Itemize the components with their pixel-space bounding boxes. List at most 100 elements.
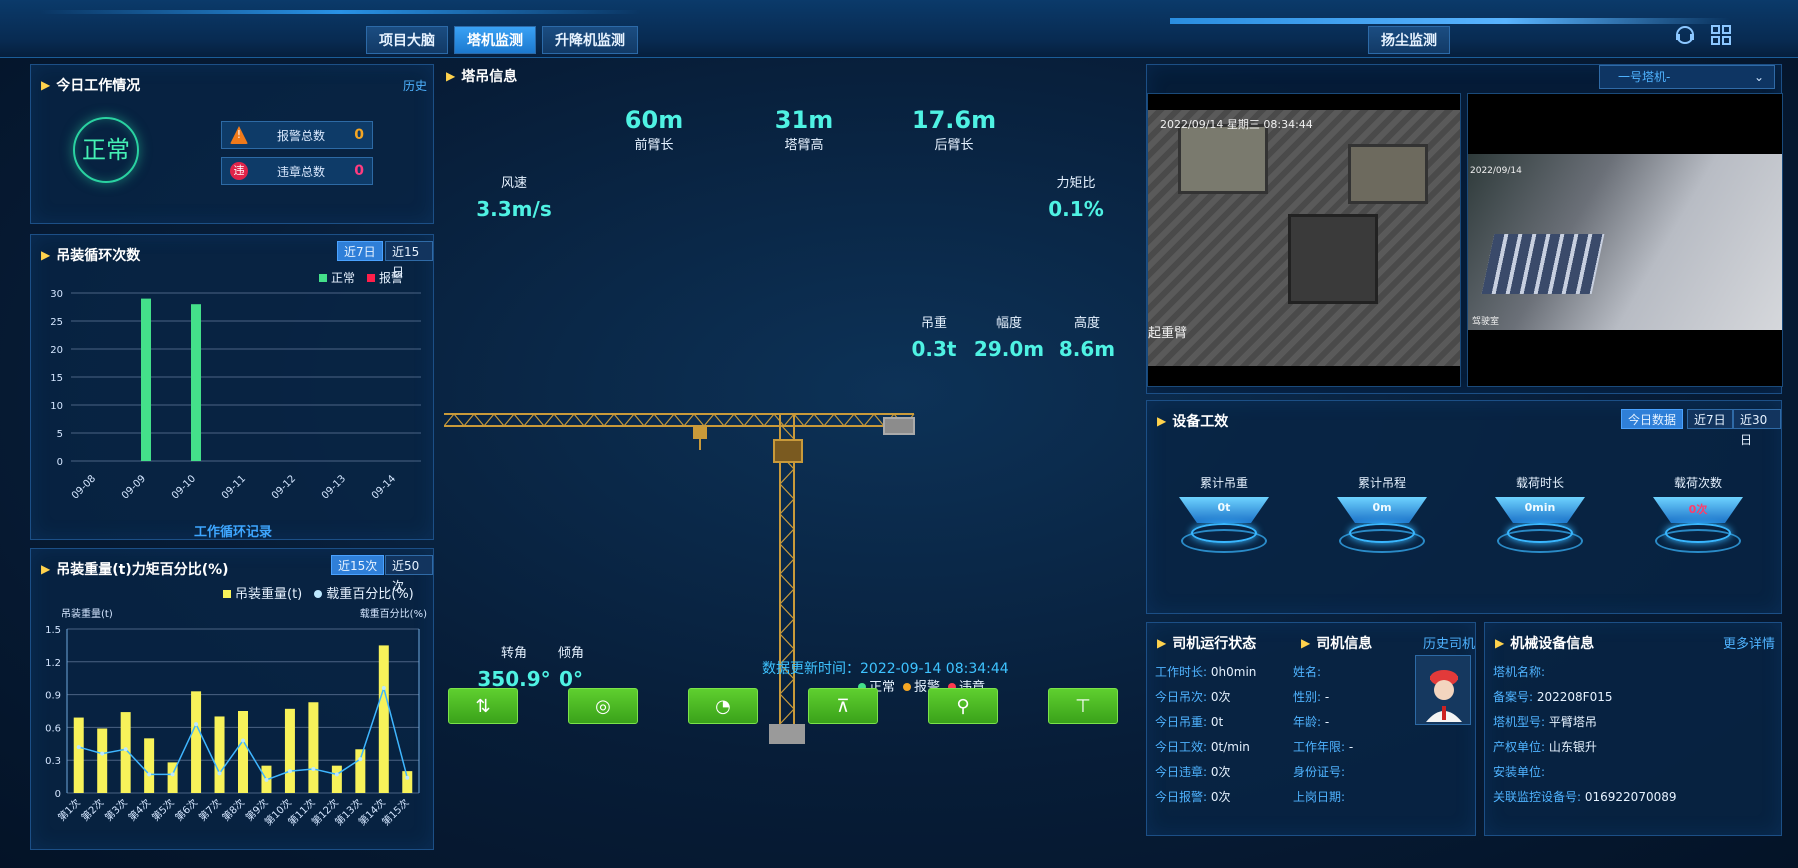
chevron-right-icon: ▶ [41,562,51,576]
history-link[interactable]: 历史 [403,77,433,94]
x-tick-label: 09-13 [320,473,348,501]
camera-timestamp: 2022/09/14 [1470,166,1522,176]
tab-tower-crane[interactable]: 塔机监测 [454,26,536,54]
chevron-right-icon: ▶ [446,69,456,83]
driver-today-lifts: 今日吊次: 0次 [1155,690,1231,704]
tab-project-brain[interactable]: 项目大脑 [366,26,448,54]
driver-id-number: 身份证号: [1293,765,1346,779]
violation-icon: 违 [230,162,248,180]
x-tick-label: 第2次 [78,796,106,824]
btn-15-days[interactable]: 近15日 [385,241,433,279]
crane-arm-icon[interactable]: ⊤ [1048,688,1118,724]
today-panel: ▶ 今日工作情况 历史 正常 ! 报警总数 0 违 违章总数 0 [30,64,434,224]
driver-age: 年龄: - [1293,715,1330,729]
y-tick-label: 5 [57,429,63,440]
camera-feed-cab[interactable]: 2022/09/14 驾驶室 [1467,93,1783,387]
btn-today[interactable]: 今日数据 [1621,409,1684,429]
btn-7-days[interactable]: 近7日 [337,241,383,261]
bar-weight [402,771,413,793]
percent-point [311,766,316,771]
top-bar: 项目大脑 塔机监测 升降机监测 扬尘监测 [0,0,1798,58]
bar-weight [97,728,108,793]
cycle-chart: 0 5 10 15 20 25 30 09-08 09-09 09-10 09-11 09-12 09-… [50,289,421,502]
y-tick-label: 1.2 [45,658,61,669]
cycle-legend: 正常 报警 [319,269,403,286]
load-scale-icon[interactable]: ⊼ [808,688,878,724]
camera-feed-jib[interactable]: 2022/09/14 星期三 08:34:44 起重臂 [1147,93,1461,387]
pit-shape [1178,124,1268,194]
warning-icon: ! [230,126,248,144]
driver-today-weight: 今日吊重: 0t [1155,715,1224,729]
btn-7-days[interactable]: 近7日 [1687,409,1733,429]
bar-weight [355,749,366,793]
crane-info-area: ▶ 塔吊信息 60m 前臂长 31m 塔臂高 17.6m 后臂长 风速 3.3m/… [444,64,1144,854]
header-deco-right [1170,18,1730,24]
panel-title: ▶ 吊装循环次数 [41,248,141,264]
bar-weight [308,702,319,793]
y-tick-label: 0 [55,789,61,800]
percent-point [147,772,152,777]
chevron-right-icon: ▶ [41,248,51,262]
anemometer-icon[interactable]: ⚲ [928,688,998,724]
driver-panel: ▶ 司机运行状态 ▶ 司机信息 历史司机 工作时长: 0h0min 今日吊次: 0次… [1146,622,1476,836]
percent-point [381,686,386,691]
more-details-link[interactable]: 更多详情 [1723,633,1775,652]
tower-height-metric: 31m 塔臂高 [774,106,834,153]
y-tick-label: 0 [57,457,63,468]
x-tick-label: 第5次 [149,796,177,824]
percent-point [217,771,222,776]
panel-title: ▶ 吊装重量(t)力矩百分比(%) [41,562,229,578]
camera-timestamp: 2022/09/14 星期三 08:34:44 [1160,118,1313,131]
x-tick-label: 09-10 [170,473,198,501]
crane-select[interactable]: 一号塔机- ⌄ [1599,65,1775,89]
podium-icon: 0m [1337,497,1427,555]
tab-elevator[interactable]: 升降机监测 [542,26,638,54]
pit-shape [1288,214,1378,304]
x-tick-label: 第4次 [125,796,153,824]
y-tick-label: 10 [50,401,63,412]
y-tick-label: 1.5 [45,625,61,636]
bar-weight [378,645,389,793]
weight-panel: ▶ 吊装重量(t)力矩百分比(%) 近15次 近50次 吊装重量(t) 载重百分比… [30,548,434,850]
chevron-down-icon: ⌄ [1753,70,1764,84]
y-tick-label: 0.3 [45,756,61,767]
percent-point [76,745,81,750]
percent-point [287,769,292,774]
rotation-icon[interactable]: ◔ [688,688,758,724]
btn-50-times[interactable]: 近50次 [385,555,433,593]
btn-15-times[interactable]: 近15次 [331,555,385,575]
percent-point [170,772,175,777]
bar-weight [238,711,248,793]
bar-weight [73,717,84,793]
legend-alarm: 报警 [367,269,403,286]
x-tick-label: 第15次 [379,796,411,828]
tilt-metric: 倾角 0° [557,646,584,691]
headset-icon[interactable] [1672,24,1698,48]
history-driver-link[interactable]: 历史司机 [1423,633,1475,652]
grid-icon[interactable] [1708,24,1734,48]
podium-icon: 0t [1179,497,1269,555]
eff-load-count: 载荷次数 0次 [1638,474,1758,555]
driver-today-efficiency: 今日工效: 0t/min [1155,740,1250,754]
btn-30-days[interactable]: 近30日 [1733,409,1781,447]
driver-work-hours: 工作时长: 0h0min [1155,665,1257,679]
legend-percent: 载重百分比(%) [314,583,414,602]
eff-load-duration: 载荷时长 0min [1480,474,1600,555]
hoist-height-icon[interactable]: ⇅ [448,688,518,724]
x-tick-label: 09-08 [70,473,98,501]
percent-point [405,775,410,780]
camera-label: 驾驶室 [1472,317,1500,327]
panel-title: ▶ 司机运行状态 [1157,636,1257,652]
percent-point [358,757,363,762]
update-time: 数据更新时间：2022-09-14 08:34:44 [762,661,1009,677]
dashboard: 项目大脑 塔机监测 升降机监测 扬尘监测 ▶ 今日工作情况 历史 正常 ! 报警总… [0,0,1798,868]
status-indicator: 正常 [73,117,139,183]
tab-dust[interactable]: 扬尘监测 [1368,26,1450,54]
percent-point [100,751,105,756]
y-tick-label: 15 [50,373,63,384]
wind-speed-metric: 风速 3.3m/s [476,176,552,221]
x-tick-label: 第6次 [172,796,200,824]
overlap-icon[interactable]: ◎ [568,688,638,724]
video-panel: 一号塔机- ⌄ 2022/09/14 星期三 08:34:44 起重臂 2022… [1146,64,1783,394]
bar-normal [191,304,201,461]
